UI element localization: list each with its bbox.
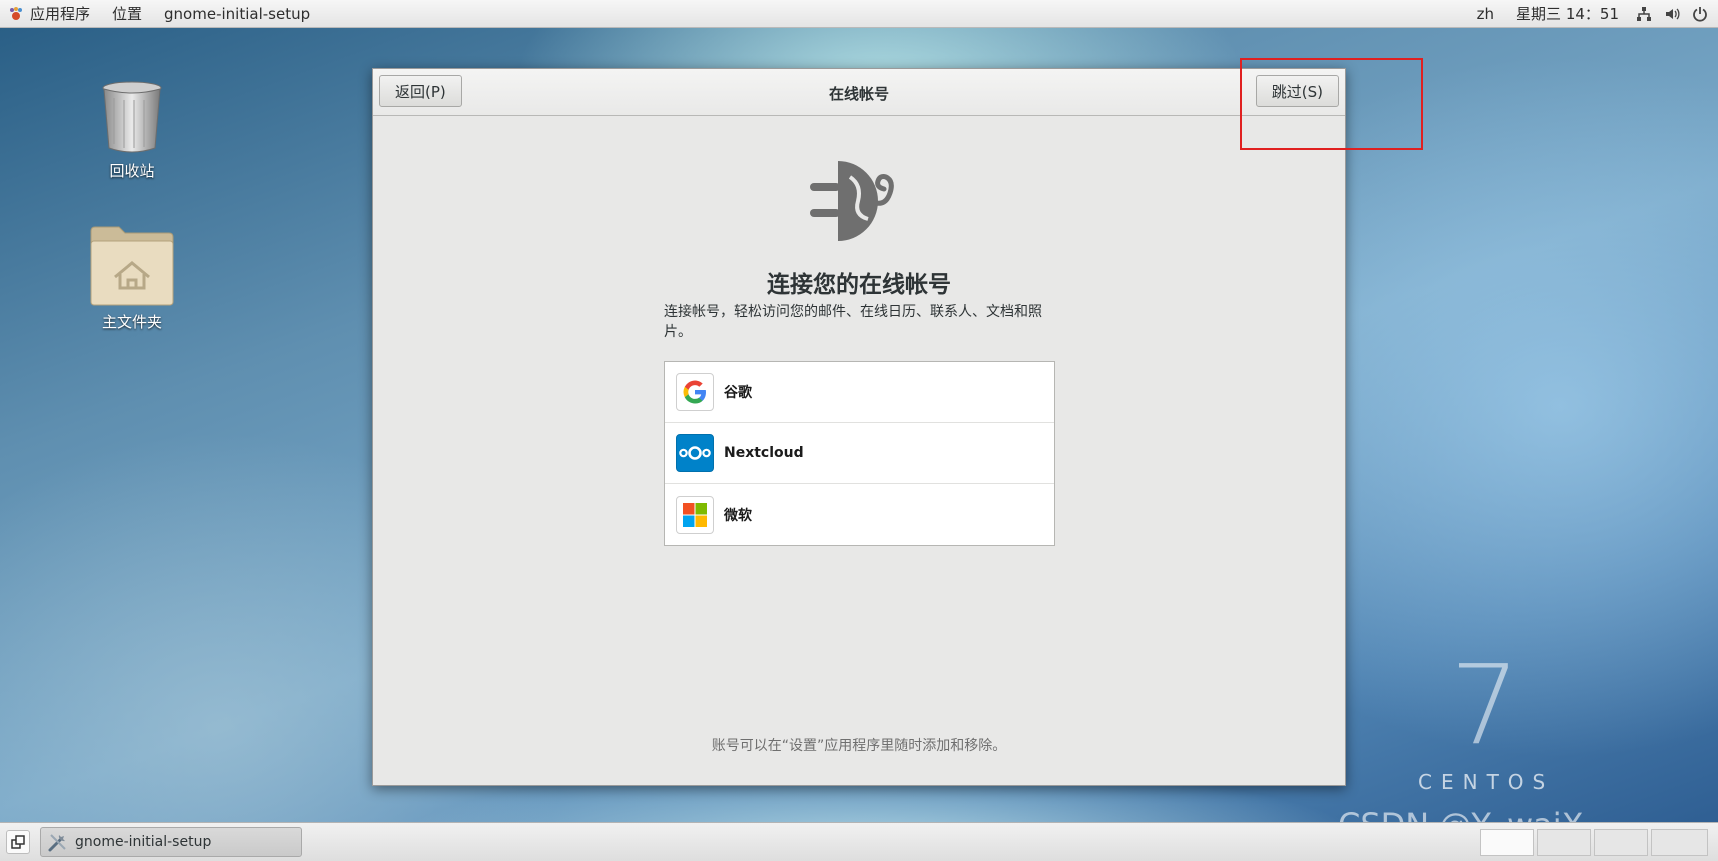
taskbar-window-label: gnome-initial-setup [75,834,212,850]
desktop-icon-label: 回收站 [109,162,155,180]
taskbar-window-button[interactable]: gnome-initial-setup [40,827,302,857]
places-menu[interactable]: 位置 [101,3,153,24]
active-app-menu[interactable]: gnome-initial-setup [153,5,321,23]
highlight-annotation [1240,58,1423,150]
desktop-icon-label: 主文件夹 [101,313,162,331]
provider-row-nextcloud[interactable]: Nextcloud [665,423,1054,484]
provider-name: 谷歌 [724,385,752,401]
page-heading: 连接您的在线帐号 [767,272,951,298]
centos-wordmark: CENTOS [1418,770,1555,794]
gnome-foot-icon [10,6,22,20]
network-icon[interactable] [1636,6,1652,22]
workspace-1[interactable] [1480,829,1534,856]
provider-row-google[interactable]: 谷歌 [665,362,1054,423]
provider-name: 微软 [724,507,752,524]
workspace-4[interactable] [1651,829,1708,856]
workspace-2[interactable] [1537,829,1591,856]
bottom-taskbar: gnome-initial-setup [0,822,1718,861]
online-accounts-plug-icon [810,161,894,241]
initial-setup-window: 返回(P) 在线帐号 跳过(S) 连接您的在线帐号 连接帐号，轻松访问您的邮件、… [372,68,1346,786]
volume-icon[interactable] [1664,6,1680,22]
home-folder-icon [90,226,174,306]
top-panel: 应用程序 位置 gnome-initial-setup zh 星期三 14：51 [0,0,1718,28]
window-title: 在线帐号 [828,85,889,103]
trash-icon [102,81,162,153]
footer-note: 账号可以在“设置”应用程序里随时添加和移除。 [711,738,1007,754]
provider-row-microsoft[interactable]: 微软 [665,484,1054,545]
applications-menu-label: 应用程序 [30,5,91,23]
language-indicator[interactable]: zh [1466,5,1505,23]
applications-menu[interactable]: 应用程序 [0,3,101,24]
workspace-3[interactable] [1594,829,1648,856]
show-desktop-button[interactable] [6,830,30,854]
nextcloud-icon [676,434,714,472]
centos-version-numeral: 7 [1450,641,1520,769]
show-desktop-icon [11,835,25,849]
desktop-icon-trash[interactable]: 回收站 [72,80,192,181]
power-icon[interactable] [1692,6,1708,22]
provider-list: 谷歌 Nextcloud 微软 [664,361,1055,546]
desktop-icon-home[interactable]: 主文件夹 [72,225,192,332]
header-bar: 返回(P) 在线帐号 跳过(S) [373,69,1345,116]
google-icon [676,373,714,411]
setup-tools-icon [48,834,66,852]
page-description: 连接帐号，轻松访问您的邮件、在线日历、联系人、文档和照片。 [664,304,1042,340]
microsoft-icon [676,495,714,534]
provider-name: Nextcloud [724,445,804,461]
clock[interactable]: 星期三 14：51 [1505,3,1630,24]
